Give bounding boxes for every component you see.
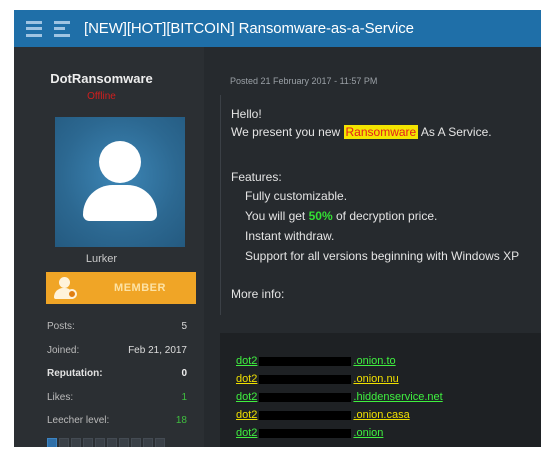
member-badge: MEMBER	[46, 272, 196, 304]
stat-value: 1	[181, 391, 187, 403]
stat-label: Posts:	[47, 321, 75, 332]
stat-likes: Likes: 1	[47, 388, 187, 412]
menu-icon[interactable]	[54, 20, 70, 37]
feature-text: You will get	[245, 209, 309, 223]
stat-value: 18	[175, 415, 187, 426]
avatar[interactable]	[55, 117, 185, 247]
username-link[interactable]: DotRansomware	[14, 71, 189, 86]
redacted-block	[259, 428, 352, 438]
collapse-sidebar-icon[interactable]	[26, 20, 42, 37]
feature-item: You will get 50% of decryption price.	[245, 209, 437, 223]
stat-value: 5	[181, 321, 187, 332]
level-segment	[119, 438, 129, 447]
features-heading: Features:	[231, 170, 282, 184]
stat-label: Joined:	[47, 344, 80, 356]
level-segment	[131, 438, 141, 447]
link-domain: .hiddenservice.net	[353, 391, 443, 403]
stat-leecher-level: Leecher level: 18	[47, 411, 187, 435]
post-greeting: Hello!	[231, 107, 262, 121]
link-prefix: dot2	[236, 427, 258, 439]
user-rank: Lurker	[85, 253, 118, 265]
link-domain: .onion.casa	[353, 409, 410, 421]
redacted-block	[259, 410, 352, 420]
online-status: Offline	[87, 91, 116, 102]
level-segment	[95, 438, 105, 447]
link-prefix: dot2	[236, 373, 258, 385]
link-domain: .onion.to	[353, 355, 396, 367]
onion-link[interactable]: dot2 .onion.casa	[236, 409, 410, 421]
link-domain: .onion	[353, 427, 384, 439]
user-stats: Posts: 5 Joined: Feb 21, 2017 Reputation…	[47, 317, 187, 435]
user-silhouette-icon	[99, 141, 141, 183]
link-prefix: dot2	[236, 409, 258, 421]
forum-thread-view: [NEW][HOT][BITCOIN] Ransomware-as-a-Serv…	[14, 10, 541, 447]
member-medal-icon	[52, 275, 78, 301]
level-segment	[107, 438, 117, 447]
post-intro: We present you new Ransomware As A Servi…	[231, 125, 492, 139]
redacted-block	[259, 374, 352, 384]
feature-item: Fully customizable.	[245, 189, 348, 203]
redacted-block	[259, 356, 352, 366]
thread-title: [NEW][HOT][BITCOIN] Ransomware-as-a-Serv…	[84, 20, 414, 37]
post-content: Posted 21 February 2017 - 11:57 PM Hello…	[204, 47, 541, 447]
stat-value: 0	[181, 368, 187, 379]
thread-title-bar: [NEW][HOT][BITCOIN] Ransomware-as-a-Serv…	[14, 10, 541, 47]
level-segment	[143, 438, 153, 447]
member-badge-label: MEMBER	[114, 282, 166, 294]
level-segment	[83, 438, 93, 447]
post-body: Hello! We present you new Ransomware As …	[220, 95, 541, 315]
percentage-value: 50%	[308, 209, 333, 223]
feature-text-end: of decryption price.	[332, 209, 438, 223]
onion-link[interactable]: dot2 .onion	[236, 427, 383, 439]
onion-links-box: dot2 .onion.to dot2 .onion.nu dot2 .hiddens…	[220, 333, 541, 447]
stat-value: Feb 21, 2017	[128, 344, 187, 356]
user-silhouette-body	[83, 185, 157, 221]
stat-label: Leecher level:	[47, 415, 110, 426]
more-info-label: More info:	[231, 287, 285, 301]
stat-joined: Joined: Feb 21, 2017	[47, 341, 187, 365]
leecher-level-bar	[47, 438, 165, 447]
onion-link[interactable]: dot2 .onion.to	[236, 355, 396, 367]
onion-link[interactable]: dot2 .hiddenservice.net	[236, 391, 443, 403]
link-prefix: dot2	[236, 391, 258, 403]
user-profile-panel: DotRansomware Offline Lurker MEMBER Post…	[14, 47, 204, 447]
highlighted-word: Ransomware	[343, 125, 419, 139]
level-segment	[47, 438, 57, 447]
link-prefix: dot2	[236, 355, 258, 367]
intro-text: We present you new	[231, 125, 344, 139]
intro-text-end: As A Service.	[418, 125, 492, 139]
link-domain: .onion.nu	[353, 373, 399, 385]
level-segment	[71, 438, 81, 447]
level-segment	[59, 438, 69, 447]
stat-reputation: Reputation: 0	[47, 364, 187, 388]
onion-link[interactable]: dot2 .onion.nu	[236, 373, 399, 385]
post-date: Posted 21 February 2017 - 11:57 PM	[230, 76, 378, 86]
stat-label: Reputation:	[47, 368, 103, 379]
redacted-block	[259, 392, 352, 402]
feature-item: Instant withdraw.	[245, 229, 335, 243]
level-segment	[155, 438, 165, 447]
stat-label: Likes:	[47, 391, 74, 403]
stat-posts: Posts: 5	[47, 317, 187, 341]
feature-item: Support for all versions beginning with …	[245, 249, 520, 263]
